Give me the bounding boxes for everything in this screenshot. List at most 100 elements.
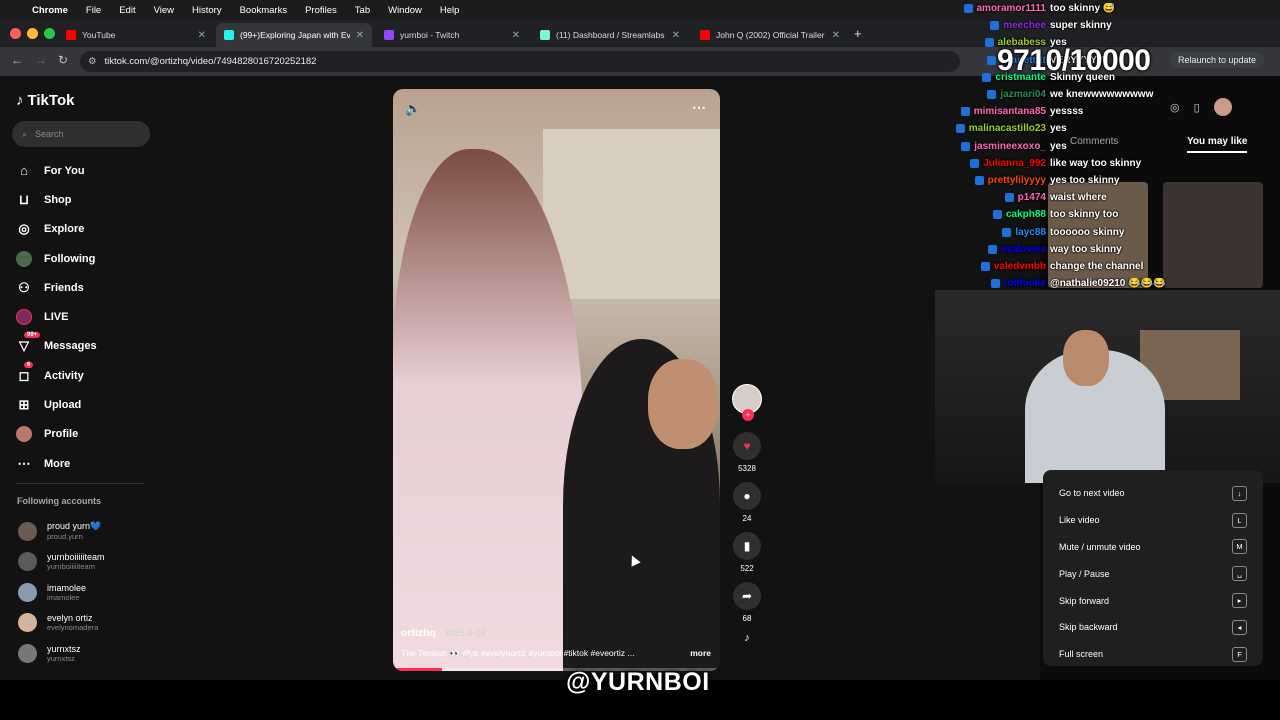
chat-badge-icon [960,107,970,117]
site-info-icon[interactable]: ⚙ [88,56,97,67]
tab-streamlabs[interactable]: (11) Dashboard / Streamlabs ✕ [532,23,688,47]
chat-username: Julianna_992 [983,157,1046,169]
minimize-window-button[interactable] [27,28,38,39]
menu-profiles[interactable]: Profiles [305,5,337,16]
video-frame-background [543,129,720,299]
menu-bookmarks[interactable]: Bookmarks [240,5,288,16]
video-options-icon[interactable]: ⋯ [692,99,706,116]
video-author[interactable]: ortizhq · 2025-4-18 [401,627,485,639]
menu-file[interactable]: File [86,5,101,16]
save-button[interactable]: ▮ 522 [733,532,761,573]
forward-arrow-icon[interactable]: → [35,53,47,67]
follow-plus-icon[interactable]: + [742,409,754,421]
tab-you-may-like[interactable]: You may like [1187,136,1248,153]
relaunch-to-update-button[interactable]: Relaunch to update [1170,52,1265,68]
following-account[interactable]: yurnxtsz yurnxtsz [18,638,105,669]
address-bar[interactable]: ⚙ tiktok.com/@ortizhq/video/749482801672… [80,51,960,72]
tab-twitch[interactable]: yurnboi - Twitch ✕ [376,23,528,47]
account-handle: yurnxtsz [47,653,75,663]
shortcut-label: Like video [1059,515,1100,526]
video-actions: + ♥ 5328 ● 24 ▮ 522 ➦ 68 ♪ [730,384,764,653]
reload-icon[interactable]: ↻ [58,53,68,67]
close-tab-icon[interactable]: ✕ [198,30,206,41]
chat-badge-icon [990,21,1000,31]
chat-badge-icon [963,4,973,14]
chat-username: malinacastillo23 [968,123,1046,135]
menu-tab[interactable]: Tab [355,5,370,16]
chat-username: meechee [1003,20,1046,32]
chat-username: mimisantana85 [973,106,1046,118]
video-player[interactable]: 🔈 ⋯ ortizhq · 2025-4-18 The Tension 👀 #f… [393,89,720,671]
menu-history[interactable]: History [192,5,222,16]
following-accounts-title: Following accounts [17,496,102,506]
close-tab-icon[interactable]: ✕ [356,30,364,41]
close-tab-icon[interactable]: ✕ [672,30,680,41]
comment-count: 24 [742,514,752,523]
close-tab-icon[interactable]: ✕ [832,30,840,41]
chat-text: yessss [1050,106,1084,118]
tab-youtube[interactable]: YouTube ✕ [58,23,214,47]
sidebar-item-activity[interactable]: ◻ 6 Activity [16,361,156,390]
volume-icon[interactable]: 🔈 [405,101,421,117]
sidebar-item-label: For You [44,164,85,177]
following-accounts-list: proud yurn💙 proud.yurn yurnboiiiiiteam yur… [18,516,105,669]
sidebar-item-profile[interactable]: Profile [16,420,156,449]
caption-more-button[interactable]: more [690,648,711,659]
share-count: 68 [742,614,752,623]
sidebar-item-live[interactable]: LIVE [16,302,156,331]
sidebar-item-for-you[interactable]: ⌂ For You [16,156,156,185]
account-name: yurnxtsz [47,643,81,654]
search-input[interactable]: ⌕ Search [12,121,150,147]
account-handle: proud.yurn [47,532,83,542]
share-arrow-icon: ➦ [733,582,761,610]
streamlabs-favicon-icon [540,30,550,40]
sidebar-item-explore[interactable]: ◎ Explore [16,215,156,244]
tiktok-favicon-icon [224,30,234,40]
shortcut-skip-forward: Skip forward ▸ [1059,587,1247,614]
tab-john-q-trailer[interactable]: John Q (2002) Official Trailer ✕ [692,23,848,47]
close-window-button[interactable] [10,28,21,39]
new-tab-button[interactable]: + [854,26,862,41]
menubar-app-name[interactable]: Chrome [32,5,68,16]
menu-view[interactable]: View [154,5,174,16]
save-count: 522 [740,564,754,573]
back-arrow-icon[interactable]: ← [11,53,23,67]
device-icon[interactable]: ▯ [1194,101,1200,114]
goal-counter: 9710/10000 [997,44,1151,77]
zoom-window-button[interactable] [44,28,55,39]
sidebar-item-more[interactable]: ⋯ More [16,449,156,478]
creator-avatar[interactable]: + [732,384,762,421]
shortcut-mute: Mute / unmute video M [1059,534,1247,561]
sidebar-item-following[interactable]: Following [16,244,156,273]
following-account[interactable]: proud yurn💙 proud.yurn [18,516,105,547]
sidebar-item-label: Following [44,252,96,265]
tiktok-logo[interactable]: ♪ TikTok [16,92,74,109]
sidebar-item-friends[interactable]: ⚇ Friends [16,273,156,302]
sidebar-divider [16,483,144,484]
menu-window[interactable]: Window [388,5,422,16]
shortcut-label: Full screen [1059,649,1104,660]
sidebar-item-upload[interactable]: ⊞ Upload [16,390,156,419]
following-account[interactable]: yurnboiiiiiteam yurnboiiiiiteam [18,547,105,578]
sidebar-item-messages[interactable]: ▽ 99+ Messages [16,332,156,361]
chat-message: valedvmbb change the channel [940,258,1180,275]
menu-edit[interactable]: Edit [119,5,135,16]
comment-button[interactable]: ● 24 [733,482,761,523]
user-avatar[interactable] [1213,98,1232,116]
menu-help[interactable]: Help [440,5,460,16]
share-button[interactable]: ➦ 68 [733,582,761,623]
tab-title: YouTube [82,30,116,40]
sound-button[interactable]: ♪ [744,632,750,644]
tab-tiktok[interactable]: (99+)Exploring Japan with Ev... ✕ [216,23,372,47]
video-author-name[interactable]: ortizhq [401,627,436,639]
following-account[interactable]: evelyn ortiz evelynomadera [18,608,105,639]
sidebar-item-shop[interactable]: ⊔ Shop [16,185,156,214]
close-tab-icon[interactable]: ✕ [512,30,520,41]
avatar [18,552,37,572]
address-url: tiktok.com/@ortizhq/video/74948280167202… [104,56,317,67]
chat-username: cakph88 [1005,209,1046,221]
chat-text: too skinny too [1050,209,1119,221]
following-account[interactable]: imamolee imamolee [18,577,105,608]
like-button[interactable]: ♥ 5328 [733,432,761,473]
chat-username: rollfoolie [1003,278,1046,290]
